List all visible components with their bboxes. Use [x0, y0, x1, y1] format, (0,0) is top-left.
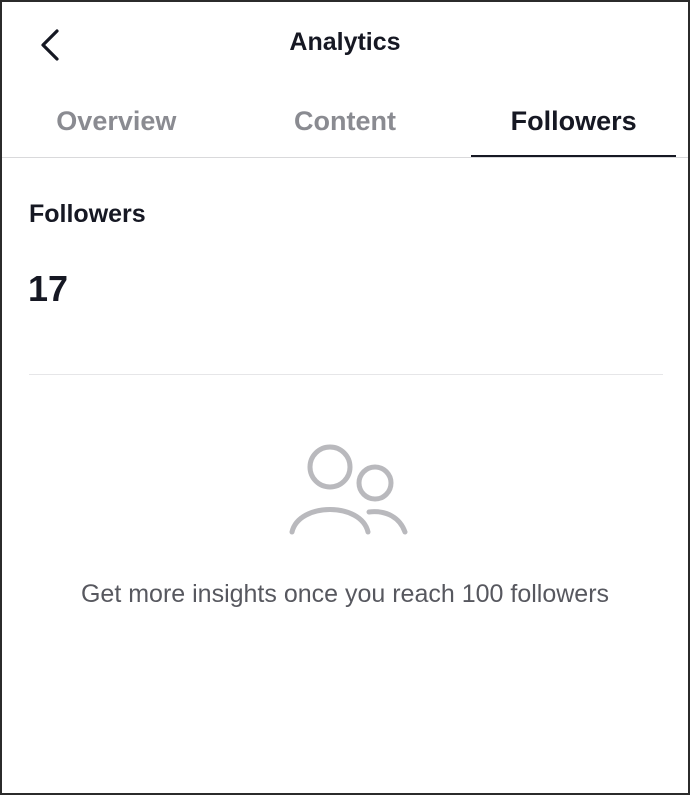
tab-overview[interactable]: Overview — [2, 96, 231, 158]
followers-icon — [289, 444, 408, 535]
tab-followers[interactable]: Followers — [459, 96, 688, 158]
page-title: Analytics — [289, 28, 401, 56]
header: Analytics — [2, 2, 688, 88]
tabs-divider — [2, 157, 688, 158]
empty-state-message: Get more insights once you reach 100 fol… — [80, 580, 610, 608]
tab-label: Overview — [56, 106, 177, 136]
followers-label: Followers — [29, 200, 146, 228]
tab-bar: Overview Content Followers — [2, 96, 688, 158]
analytics-screen: Analytics Overview Content Followers Fol… — [0, 0, 690, 795]
tab-label: Content — [294, 106, 396, 136]
tab-label: Followers — [510, 106, 637, 136]
followers-count: 17 — [28, 268, 69, 309]
content-divider — [29, 374, 663, 375]
tab-content[interactable]: Content — [231, 96, 460, 158]
